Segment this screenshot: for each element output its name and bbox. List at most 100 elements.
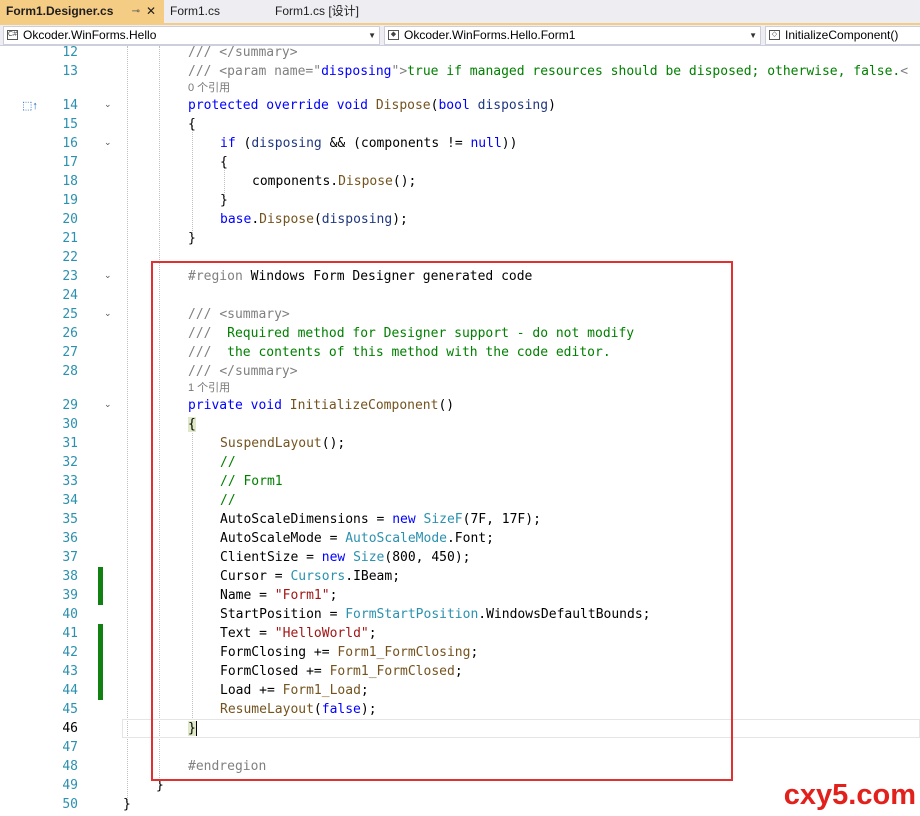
line-number: 36 [62, 531, 78, 546]
code-line-17[interactable]: { [220, 153, 228, 172]
code-line-15[interactable]: { [188, 115, 196, 134]
line-number: 17 [62, 155, 78, 170]
line-number-current: 46 [62, 721, 78, 736]
code-line-13[interactable]: /// <param name="disposing">true if mana… [188, 62, 908, 81]
line-number: 42 [62, 645, 78, 660]
token: null [470, 136, 502, 151]
token: disposing [251, 136, 322, 151]
collapse-chevron-icon[interactable]: ⌄ [104, 100, 113, 109]
line-number: 45 [62, 702, 78, 717]
class-icon: ◆ [388, 30, 399, 40]
line-number: 15 [62, 117, 78, 132]
token: ); [392, 212, 408, 227]
line-number: 49 [62, 778, 78, 793]
token: { [188, 117, 196, 132]
line-number: 29 [62, 398, 78, 413]
collapse-chevron-icon[interactable]: ⌄ [104, 309, 113, 318]
line-number: 31 [62, 436, 78, 451]
token: Dispose [338, 174, 393, 189]
token: disposing [321, 212, 393, 227]
token: /// </summary> [188, 46, 298, 60]
tab-form1-design[interactable]: Form1.cs [设计] [269, 0, 381, 23]
line-number: 24 [62, 288, 78, 303]
line-number: 34 [62, 493, 78, 508]
tab-form1-cs[interactable]: Form1.cs [164, 0, 268, 23]
token: protected override void [188, 98, 376, 113]
line-number: 41 [62, 626, 78, 641]
code-line-18[interactable]: components.Dispose(); [252, 172, 416, 191]
token: Dispose [375, 98, 431, 113]
line-number: 28 [62, 364, 78, 379]
token: )) [501, 136, 518, 151]
tab-label: Form1.Designer.cs [6, 4, 114, 18]
line-number: 26 [62, 326, 78, 341]
token: . [251, 212, 260, 227]
line-number: 39 [62, 588, 78, 603]
line-number: 32 [62, 455, 78, 470]
line-number: 21 [62, 231, 78, 246]
token: < [900, 64, 909, 79]
token: bool [438, 98, 478, 113]
line-number: 50 [62, 797, 78, 812]
line-number: 47 [62, 740, 78, 755]
collapse-chevron-icon[interactable]: ⌄ [104, 400, 113, 409]
code-line-12[interactable]: /// </summary> [188, 46, 298, 62]
change-marker [98, 567, 103, 605]
pin-icon[interactable]: ⊸ [132, 0, 140, 23]
token: if [220, 136, 244, 151]
line-number: 40 [62, 607, 78, 622]
project-dropdown-value: Okcoder.WinForms.Hello [23, 28, 157, 42]
token: } [123, 797, 131, 812]
code-line-16[interactable]: if (disposing && (components != null)) [220, 134, 517, 153]
code-editor[interactable]: ⬚↑ 12 13 14 15 16 17 18 19 20 21 22 23 2… [0, 46, 920, 816]
token: disposing [477, 98, 549, 113]
code-line-14[interactable]: protected override void Dispose(bool dis… [188, 96, 556, 115]
line-number: 12 [62, 46, 78, 60]
indent-guide [127, 46, 128, 804]
token: "> [391, 64, 408, 79]
tab-label: Form1.cs [设计] [275, 4, 360, 18]
type-dropdown-value: Okcoder.WinForms.Hello.Form1 [404, 28, 576, 42]
close-icon[interactable]: ✕ [146, 0, 156, 23]
chevron-down-icon: ▼ [749, 31, 757, 40]
method-icon: ◇ [769, 30, 780, 40]
type-dropdown[interactable]: ◆ Okcoder.WinForms.Hello.Form1 ▼ [384, 26, 761, 45]
project-dropdown[interactable]: C# Okcoder.WinForms.Hello ▼ [3, 26, 380, 45]
tab-form1-designer[interactable]: Form1.Designer.cs ⊸ ✕ [0, 0, 164, 23]
code-line-20[interactable]: base.Dispose(disposing); [220, 210, 408, 229]
token: base [220, 212, 252, 227]
member-dropdown[interactable]: ◇ InitializeComponent() [765, 26, 920, 45]
indent-guide [192, 125, 193, 235]
codelens-references[interactable]: 0 个引用 [188, 81, 230, 95]
token: components. [252, 174, 339, 189]
token: true if managed resources should be disp… [407, 64, 901, 79]
token: { [220, 155, 228, 170]
line-number: 27 [62, 345, 78, 360]
line-number: 18 [62, 174, 78, 189]
line-number: 44 [62, 683, 78, 698]
collapse-chevron-icon[interactable]: ⌄ [104, 271, 113, 280]
line-number: 14 [62, 98, 78, 113]
chevron-down-icon: ▼ [368, 31, 376, 40]
code-line-19[interactable]: } [220, 191, 228, 210]
navigation-bar: C# Okcoder.WinForms.Hello ▼ ◆ Okcoder.Wi… [0, 25, 920, 46]
site-watermark: cxy5.com [783, 779, 916, 811]
code-line-50[interactable]: } [123, 795, 131, 814]
line-number: 43 [62, 664, 78, 679]
line-number: 35 [62, 512, 78, 527]
line-number: 33 [62, 474, 78, 489]
document-tab-bar: Form1.Designer.cs ⊸ ✕ Form1.cs Form1.cs … [0, 0, 920, 25]
line-number: 30 [62, 417, 78, 432]
token: } [188, 231, 196, 246]
collapse-chevron-icon[interactable]: ⌄ [104, 138, 113, 147]
change-marker [98, 624, 103, 700]
highlight-annotation-box [151, 261, 733, 781]
line-number: 13 [62, 64, 78, 79]
line-number: 22 [62, 250, 78, 265]
line-number: 25 [62, 307, 78, 322]
line-number: 16 [62, 136, 78, 151]
line-number: 20 [62, 212, 78, 227]
token: } [220, 193, 228, 208]
tab-label: Form1.cs [170, 4, 221, 18]
code-line-21[interactable]: } [188, 229, 196, 248]
